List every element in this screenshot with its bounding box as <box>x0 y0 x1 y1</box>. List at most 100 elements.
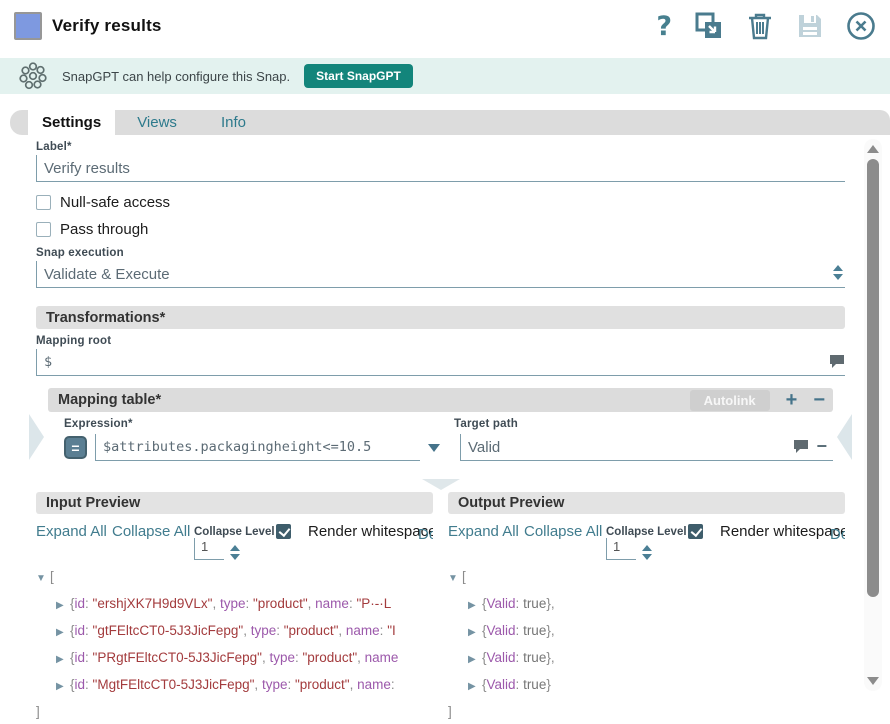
expression-input[interactable] <box>96 439 420 455</box>
scroll-down-icon[interactable] <box>867 677 879 685</box>
label-input[interactable] <box>37 160 845 177</box>
start-snapgpt-button[interactable]: Start SnapGPT <box>304 64 413 88</box>
tree-row: ▶{id: "MgtFEltcCT0-5J3JicFepg", type: "p… <box>36 672 433 699</box>
scroll-up-icon[interactable] <box>867 145 879 153</box>
dialog-header: Verify results ? <box>0 0 890 52</box>
tree-row: ▶{Valid: true}, <box>448 591 845 618</box>
snap-execution-label: Snap execution <box>36 247 845 259</box>
delete-icon[interactable] <box>746 11 774 41</box>
expand-node-icon[interactable]: ▶ <box>56 620 70 645</box>
add-row-button[interactable]: + <box>786 390 798 410</box>
expand-node-icon[interactable]: ▶ <box>56 647 70 672</box>
collapse-level-input[interactable] <box>607 539 635 554</box>
scrollbar-thumb[interactable] <box>867 159 879 597</box>
tree-row: ▶{Valid: true} <box>448 672 845 699</box>
tree-row: ▶{id: "ershjXK7H9d9VLx", type: "product"… <box>36 591 433 618</box>
output-preview-pane: Output Preview Expand All Collapse All C… <box>448 492 845 724</box>
target-path-input[interactable] <box>461 439 833 456</box>
download-link[interactable]: Down <box>418 522 433 543</box>
transformations-section-header: Transformations* <box>36 306 845 329</box>
null-safe-row: Null-safe access <box>36 194 845 211</box>
null-safe-label: Null-safe access <box>60 194 170 211</box>
mapping-table-row: = − <box>64 434 833 461</box>
expand-node-icon[interactable]: ▶ <box>56 593 70 618</box>
header-actions: ? <box>656 11 876 41</box>
collapse-level-input[interactable] <box>195 539 223 554</box>
render-whitespace-checkbox[interactable] <box>276 524 291 539</box>
mapping-table-columns: Expression* Target path <box>64 418 833 430</box>
remove-row-button[interactable]: − <box>813 390 825 410</box>
snapgpt-logo-icon <box>18 61 48 91</box>
spinner-down-icon[interactable] <box>833 274 843 280</box>
input-preview-title: Input Preview <box>36 492 433 514</box>
vertical-scrollbar[interactable] <box>864 139 882 691</box>
mapping-root-input[interactable] <box>37 354 845 370</box>
mapping-root-block: Mapping root <box>36 335 845 376</box>
output-preview-tree: ▼[▶{Valid: true},▶{Valid: true},▶{Valid:… <box>448 564 845 724</box>
expand-all-link[interactable]: Expand All <box>448 522 506 541</box>
snap-execution-select[interactable] <box>36 261 845 288</box>
render-whitespace-checkbox[interactable] <box>688 524 703 539</box>
render-whitespace-control: Render whitespace <box>688 522 812 541</box>
expand-node-icon[interactable]: ▶ <box>468 620 482 645</box>
pass-through-checkbox[interactable] <box>36 222 51 237</box>
open-editor-icon[interactable] <box>694 11 724 41</box>
expand-node-icon[interactable]: ▶ <box>468 593 482 618</box>
collapse-all-link[interactable]: Collapse All <box>524 522 588 541</box>
settings-content: Label* Null-safe access Pass through Sna… <box>0 135 890 701</box>
mapping-table-header: Mapping table* Autolink + − <box>48 388 833 412</box>
preview-panes: Input Preview Expand All Collapse All Co… <box>36 492 845 724</box>
tree-close-line: ] <box>36 699 433 724</box>
expand-node-icon[interactable]: ▶ <box>468 674 482 699</box>
snap-icon <box>14 12 42 40</box>
spinner-up-icon[interactable] <box>833 265 843 271</box>
expand-all-link[interactable]: Expand All <box>36 522 94 541</box>
close-icon[interactable] <box>846 11 876 41</box>
tab-bar: Settings Views Info <box>10 110 890 135</box>
tab-views[interactable]: Views <box>115 110 199 135</box>
null-safe-checkbox[interactable] <box>36 195 51 210</box>
collapse-handle-left-icon[interactable] <box>29 414 44 460</box>
spinner-up-icon[interactable] <box>642 545 652 551</box>
download-link[interactable]: Dow <box>830 522 845 543</box>
expression-toggle-button[interactable]: = <box>64 436 87 459</box>
input-preview-tree: ▼[▶{id: "ershjXK7H9d9VLx", type: "produc… <box>36 564 433 724</box>
open-bracket: [ <box>462 569 466 584</box>
input-preview-pane: Input Preview Expand All Collapse All Co… <box>36 492 433 724</box>
close-bracket: ] <box>36 704 40 719</box>
label-field-block: Label* <box>36 141 845 182</box>
autolink-button[interactable]: Autolink <box>690 390 770 411</box>
spinner-down-icon[interactable] <box>642 554 652 560</box>
mapping-root-label: Mapping root <box>36 335 845 347</box>
collapse-node-icon[interactable]: ▼ <box>36 566 50 591</box>
spinner-down-icon[interactable] <box>230 554 240 560</box>
mapping-table-title: Mapping table* <box>58 392 161 408</box>
render-whitespace-label: Render whitespace <box>308 522 400 541</box>
tree-close-line: ] <box>448 699 845 724</box>
comment-bubble-icon[interactable] <box>829 354 845 374</box>
expression-dropdown-icon[interactable] <box>428 444 440 452</box>
row-comment-bubble-icon[interactable] <box>793 439 809 459</box>
collapse-handle-right-icon[interactable] <box>837 414 852 460</box>
select-spinner[interactable] <box>833 265 843 280</box>
help-icon[interactable]: ? <box>656 13 672 40</box>
pass-through-row: Pass through <box>36 221 845 238</box>
snapgpt-message: SnapGPT can help configure this Snap. <box>62 69 290 84</box>
collapse-level-spinner[interactable] <box>230 545 240 560</box>
label-field-label: Label* <box>36 141 845 153</box>
expand-node-icon[interactable]: ▶ <box>468 647 482 672</box>
snap-settings-dialog: Verify results ? <box>0 0 890 720</box>
preview-collapse-handle-icon[interactable] <box>422 479 460 490</box>
collapse-node-icon[interactable]: ▼ <box>448 566 462 591</box>
tree-root-line: ▼[ <box>36 564 433 591</box>
collapse-all-link[interactable]: Collapse All <box>112 522 176 541</box>
snap-execution-value[interactable] <box>37 266 845 283</box>
delete-row-button[interactable]: − <box>816 436 827 457</box>
save-icon[interactable] <box>796 11 824 41</box>
tab-info[interactable]: Info <box>199 110 268 135</box>
expand-node-icon[interactable]: ▶ <box>56 674 70 699</box>
collapse-level-control: Collapse Level <box>606 522 670 560</box>
collapse-level-spinner[interactable] <box>642 545 652 560</box>
spinner-up-icon[interactable] <box>230 545 240 551</box>
tab-settings[interactable]: Settings <box>28 110 115 135</box>
